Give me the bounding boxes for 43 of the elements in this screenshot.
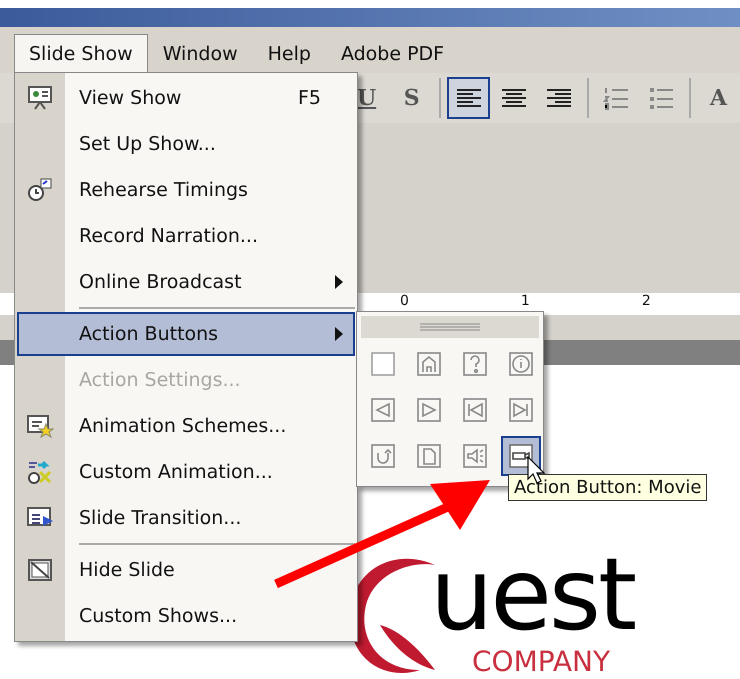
- menu-item[interactable]: Custom Shows...: [17, 594, 355, 638]
- logo-text: uest: [430, 545, 634, 645]
- projector-screen-icon: [26, 84, 54, 112]
- question-mark-icon: [461, 350, 489, 378]
- menu-item[interactable]: Record Narration...: [17, 214, 355, 258]
- align-left-button[interactable]: [447, 77, 490, 119]
- info-icon: [507, 350, 535, 378]
- movie-camera-icon: [507, 442, 535, 470]
- u-turn-icon: [369, 442, 397, 470]
- shadow-button[interactable]: S: [390, 77, 434, 119]
- grow-font-button[interactable]: A: [696, 77, 740, 119]
- submenu-arrow-icon: [335, 327, 343, 341]
- ruler-number: 2: [642, 293, 651, 309]
- tooltip: Action Button: Movie: [508, 474, 708, 501]
- blank-frame-icon: [369, 350, 397, 378]
- menu-title[interactable]: Window: [148, 34, 253, 73]
- slide-star-icon: [26, 412, 54, 440]
- hidden-slide-icon: [26, 556, 54, 584]
- logo-subtitle: COMPANY: [472, 645, 610, 678]
- animation-effect-icon: [26, 458, 54, 486]
- skip-back-icon: [461, 396, 489, 424]
- house-icon: [415, 350, 443, 378]
- menu-item[interactable]: Rehearse Timings: [17, 168, 355, 212]
- stopwatch-icon: [26, 176, 54, 204]
- submenu-arrow-icon: [335, 275, 343, 289]
- menu-item[interactable]: Animation Schemes...: [17, 404, 355, 448]
- drag-handle[interactable]: [361, 316, 539, 338]
- menu-item[interactable]: Set Up Show...: [17, 122, 355, 166]
- speaker-icon: [461, 442, 489, 470]
- page-icon: [415, 442, 443, 470]
- shortcut-text: F5: [298, 87, 321, 109]
- menu-item[interactable]: Online Broadcast: [17, 260, 355, 304]
- menu-item[interactable]: Custom Animation...: [17, 450, 355, 494]
- menu-item[interactable]: Action Buttons: [17, 306, 355, 356]
- ruler-number: 0: [400, 293, 409, 309]
- menu-item[interactable]: Slide Transition...: [17, 496, 355, 540]
- menu-title[interactable]: Adobe PDF: [326, 34, 460, 73]
- skip-forward-icon: [507, 396, 535, 424]
- ruler-number: 1: [520, 293, 530, 309]
- menu-title[interactable]: Slide Show: [14, 34, 148, 73]
- menu-item[interactable]: View Show F5: [17, 76, 355, 120]
- menu-title[interactable]: Help: [252, 34, 326, 73]
- menu-item[interactable]: Hide Slide: [17, 542, 355, 592]
